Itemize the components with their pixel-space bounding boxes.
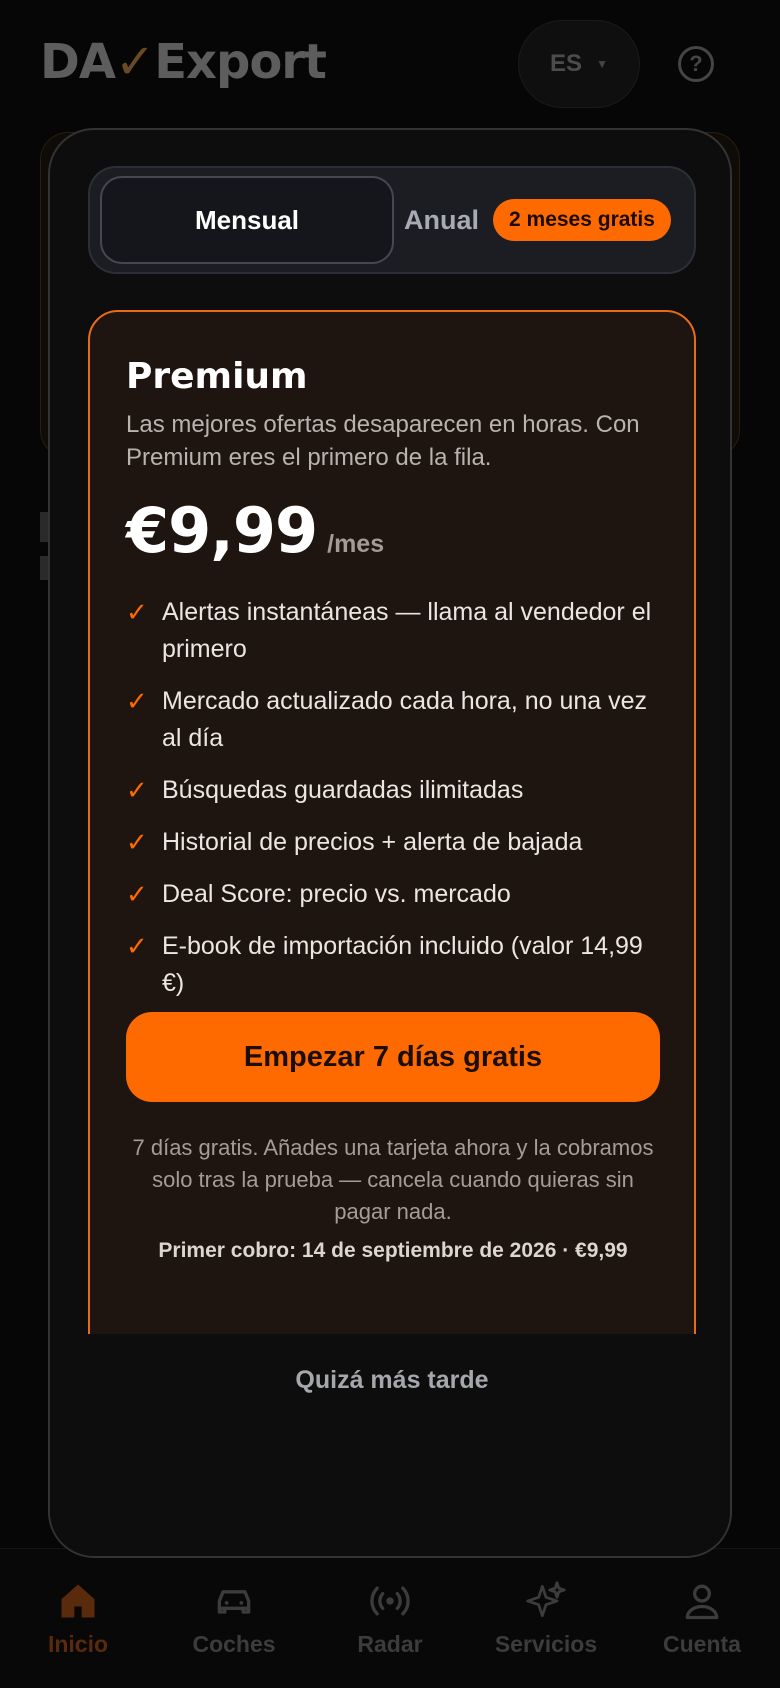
user-icon [680,1579,724,1623]
logo-export: Export [154,34,327,90]
logo-check-icon: ✓ [115,34,155,90]
check-icon: ✓ [126,879,148,909]
nav-item-radar[interactable]: Radar [312,1549,468,1688]
trial-note: 7 días gratis. Añades una tarjeta ahora … [132,1135,654,1224]
billing-period-toggle: Mensual Anual 2 meses gratis [88,166,696,274]
language-selector[interactable]: ES ▼ [518,20,640,108]
nav-item-coches[interactable]: Coches [156,1549,312,1688]
feature-item: ✓ Historial de precios + alerta de bajada [126,824,666,861]
check-icon: ✓ [126,686,148,716]
logo-da: DA [40,34,116,90]
feature-list: ✓ Alertas instantáneas — llama al vendedo… [126,594,666,1017]
first-charge-info: Primer cobro: 14 de septiembre de 2026 ·… [158,1239,628,1262]
plan-name: Premium [126,356,308,397]
nav-label: Cuenta [663,1631,741,1657]
feature-text: E-book de importación incluido (valor 14… [162,932,643,997]
logo: DA✓Export [40,34,327,90]
app-header: DA✓Export ES ▼ ? [0,0,780,130]
feature-item: ✓ Búsquedas guardadas ilimitadas [126,772,666,809]
plan-price: €9,99 [126,494,318,567]
sparkles-icon [524,1579,568,1623]
nav-label: Coches [192,1631,276,1657]
feature-item: ✓ E-book de importación incluido (valor 1… [126,928,666,1002]
plan-description: Las mejores ofertas desaparecen en horas… [126,411,640,471]
feature-text: Deal Score: precio vs. mercado [162,880,511,908]
paywall-modal: Mensual Anual 2 meses gratis Premium Las… [48,128,732,1558]
feature-text: Alertas instantáneas — llama al vendedor… [162,598,652,663]
feature-text: Búsquedas guardadas ilimitadas [162,776,524,804]
premium-plan-card: Premium Las mejores ofertas desaparecen … [88,310,696,1366]
maybe-later-button[interactable]: Quizá más tarde [50,1366,730,1395]
help-icon[interactable]: ? [678,46,714,82]
feature-item: ✓ Deal Score: precio vs. mercado [126,876,666,913]
feature-text: Mercado actualizado cada hora, no una ve… [162,687,648,752]
price-row: €9,99 /mes [126,494,384,567]
annual-discount-badge: 2 meses gratis [493,199,671,241]
nav-item-cuenta[interactable]: Cuenta [624,1549,780,1688]
car-icon [212,1579,256,1623]
nav-item-inicio[interactable]: Inicio [0,1549,156,1688]
price-period: /mes [327,530,385,558]
toggle-annual-label: Anual [404,204,480,235]
toggle-monthly[interactable]: Mensual [100,176,394,264]
bottom-nav: Inicio Coches Radar Servicios Cuenta [0,1548,780,1688]
caret-down-icon: ▼ [596,57,608,71]
radar-icon [368,1579,412,1623]
nav-label: Servicios [494,1631,598,1657]
feature-text: Historial de precios + alerta de bajada [162,828,583,856]
home-icon [56,1579,100,1623]
toggle-annual[interactable]: Anual 2 meses gratis [400,176,690,264]
nav-label: Radar [357,1631,423,1657]
feature-item: ✓ Alertas instantáneas — llama al vendedo… [126,594,666,668]
start-trial-button[interactable]: Empezar 7 días gratis [126,1012,660,1102]
language-label: ES [550,50,583,77]
feature-item: ✓ Mercado actualizado cada hora, no una v… [126,683,666,757]
check-icon: ✓ [126,827,148,857]
nav-item-servicios[interactable]: Servicios [468,1549,624,1688]
nav-label: Inicio [47,1631,109,1657]
check-icon: ✓ [126,597,148,627]
check-icon: ✓ [126,775,148,805]
check-icon: ✓ [126,931,148,961]
